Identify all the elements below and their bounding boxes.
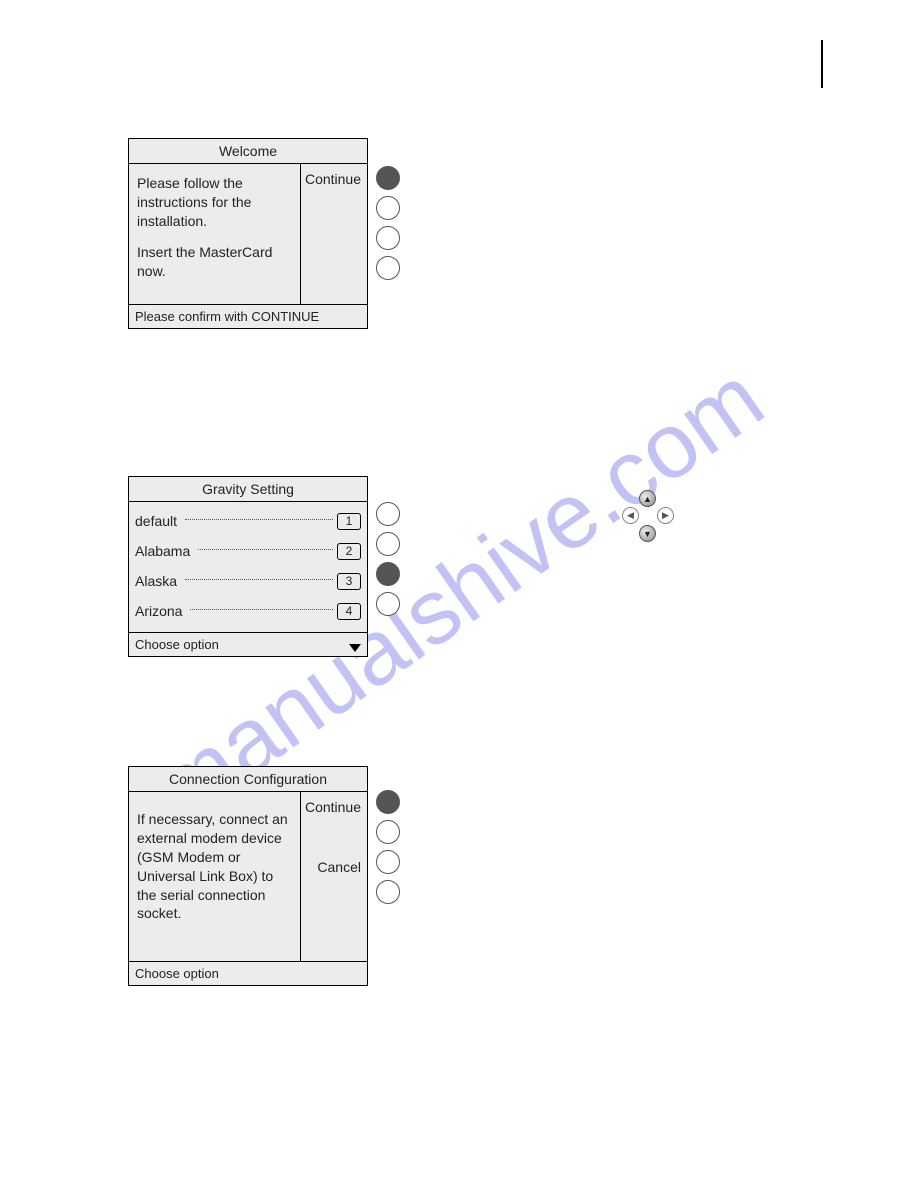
list-item[interactable]: Alaska 3	[135, 566, 361, 596]
gravity-device: Gravity Setting default 1 Alabama 2 Alas…	[128, 476, 368, 657]
gravity-button-4[interactable]	[376, 592, 400, 616]
welcome-softkey-4	[301, 254, 367, 284]
connection-softkey-2	[301, 822, 367, 852]
connection-button-4[interactable]	[376, 880, 400, 904]
page-edge-mark	[821, 40, 823, 88]
connection-title: Connection Configuration	[129, 767, 367, 792]
welcome-body-line2: Insert the MasterCard now.	[137, 243, 292, 281]
welcome-body: Please follow the instructions for the i…	[129, 164, 301, 304]
welcome-block: Welcome Please follow the instructions f…	[128, 138, 400, 329]
connection-softkey-3: Cancel	[301, 852, 367, 882]
connection-footer: Choose option	[129, 961, 367, 985]
welcome-button-column	[376, 166, 400, 280]
welcome-button-3[interactable]	[376, 226, 400, 250]
connection-softkey-column: Continue Cancel	[301, 792, 367, 961]
dots-leader	[185, 579, 333, 580]
gravity-item-1-label: default	[135, 513, 181, 529]
connection-body: If necessary, connect an external modem …	[129, 792, 301, 961]
connection-button-2[interactable]	[376, 820, 400, 844]
list-item[interactable]: Alabama 2	[135, 536, 361, 566]
welcome-body-line1: Please follow the instructions for the i…	[137, 174, 292, 231]
connection-block: Connection Configuration If necessary, c…	[128, 766, 400, 986]
connection-softkey-4	[301, 882, 367, 912]
connection-button-1[interactable]	[376, 790, 400, 814]
list-item[interactable]: Arizona 4	[135, 596, 361, 626]
welcome-button-1[interactable]	[376, 166, 400, 190]
connection-device: Connection Configuration If necessary, c…	[128, 766, 368, 986]
dpad-left-button[interactable]: ◀	[622, 507, 639, 524]
connection-button-column	[376, 790, 400, 904]
welcome-softkey-column: Continue	[301, 164, 367, 304]
welcome-title: Welcome	[129, 139, 367, 164]
gravity-item-2-num: 2	[337, 543, 361, 560]
gravity-item-3-num: 3	[337, 573, 361, 590]
welcome-button-4[interactable]	[376, 256, 400, 280]
dpad-down-button[interactable]: ▼	[639, 525, 656, 542]
gravity-block: Gravity Setting default 1 Alabama 2 Alas…	[128, 476, 400, 657]
gravity-item-2-label: Alabama	[135, 543, 194, 559]
welcome-button-2[interactable]	[376, 196, 400, 220]
dots-leader	[190, 609, 333, 610]
gravity-footer: Choose option	[129, 632, 367, 656]
welcome-softkey-3	[301, 224, 367, 254]
connection-button-3[interactable]	[376, 850, 400, 874]
dpad-right-button[interactable]: ▶	[657, 507, 674, 524]
welcome-device: Welcome Please follow the instructions f…	[128, 138, 368, 329]
dpad-up-button[interactable]: ▲	[639, 490, 656, 507]
gravity-button-1[interactable]	[376, 502, 400, 526]
gravity-item-4-label: Arizona	[135, 603, 186, 619]
list-item[interactable]: default 1	[135, 506, 361, 536]
gravity-list: default 1 Alabama 2 Alaska 3 Arizona 4	[129, 502, 367, 632]
gravity-item-4-num: 4	[337, 603, 361, 620]
gravity-button-column	[376, 502, 400, 616]
gravity-title: Gravity Setting	[129, 477, 367, 502]
connection-body-text: If necessary, connect an external modem …	[137, 810, 292, 923]
dots-leader	[185, 519, 333, 520]
welcome-softkey-2	[301, 194, 367, 224]
dots-leader	[198, 549, 333, 550]
dpad: ▲ ▼ ◀ ▶	[622, 490, 674, 542]
gravity-button-3[interactable]	[376, 562, 400, 586]
gravity-item-1-num: 1	[337, 513, 361, 530]
welcome-footer: Please confirm with CONTINUE	[129, 304, 367, 328]
chevron-down-icon	[349, 644, 361, 652]
welcome-softkey-1: Continue	[301, 164, 367, 194]
gravity-button-2[interactable]	[376, 532, 400, 556]
gravity-footer-text: Choose option	[135, 637, 219, 652]
connection-softkey-1: Continue	[301, 792, 367, 822]
gravity-item-3-label: Alaska	[135, 573, 181, 589]
